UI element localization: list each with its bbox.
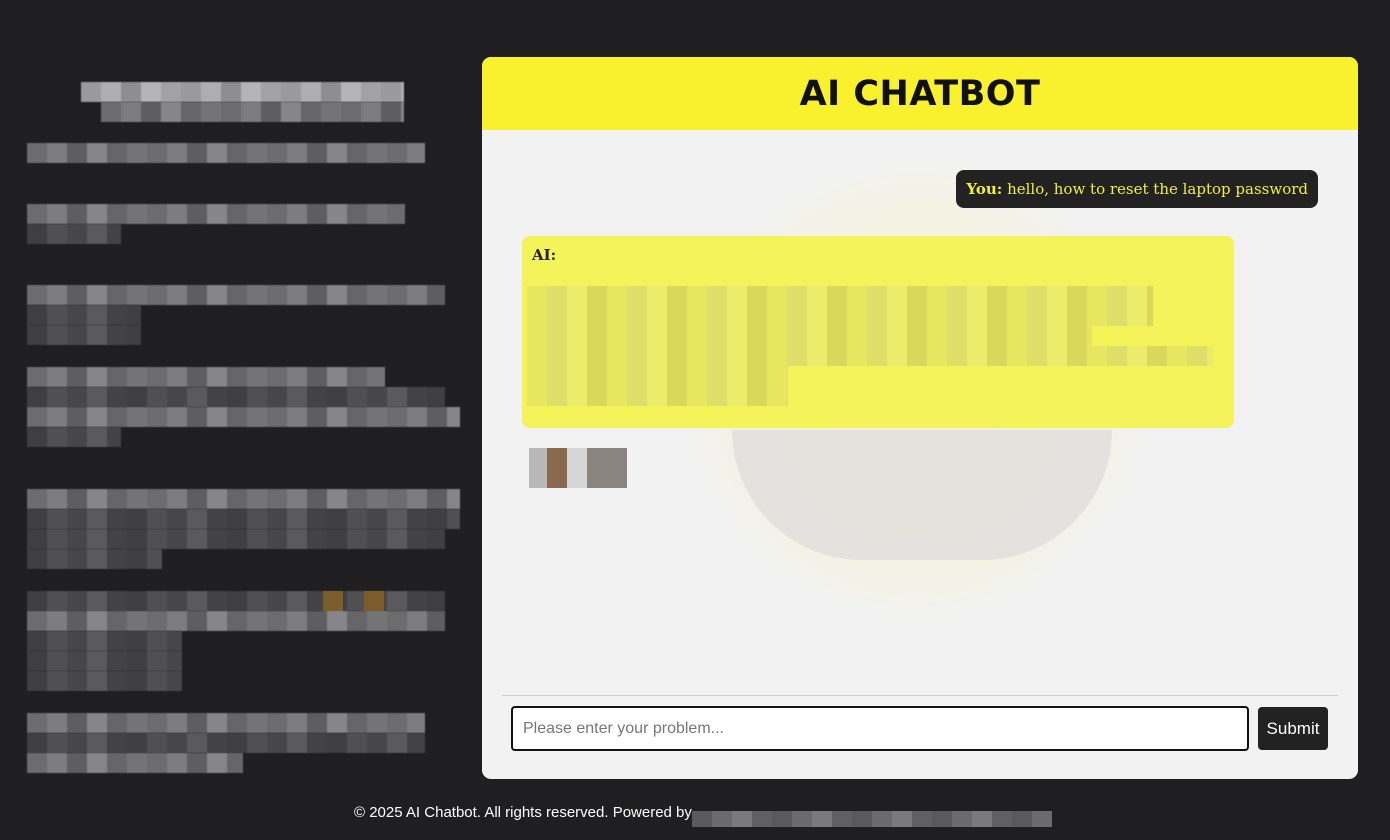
redacted-text-line [27,224,121,244]
ai-message-bubble: AI: [522,236,1234,428]
redacted-text-line [27,325,141,345]
redacted-footer-link [691,811,1052,827]
redacted-ai-response-line [527,346,1213,366]
redacted-text-line [27,611,445,631]
chat-title: AI CHATBOT [799,73,1041,114]
sidebar-redacted-content [0,0,470,800]
redacted-text-line [27,753,243,773]
redacted-ai-response-line [527,326,1092,346]
redacted-heading-line [101,102,404,122]
redacted-ai-response-line [527,286,1153,306]
redacted-text-line [27,367,385,387]
redacted-ai-response-line [527,366,788,386]
redacted-text-line [27,387,445,407]
problem-input[interactable] [511,706,1249,751]
message-list[interactable]: You: hello, how to reset the laptop pass… [482,130,1358,695]
redacted-text-line [27,427,121,447]
redacted-text-line [27,143,425,163]
footer-copyright-text: © 2025 AI Chatbot. All rights reserved. … [354,803,692,821]
redacted-text-line [27,204,405,224]
redacted-text-line [27,713,425,733]
submit-button[interactable]: Submit [1258,707,1328,750]
redacted-text-line [27,733,425,753]
redacted-text-line [27,285,445,305]
ai-role-label: AI: [532,246,557,264]
user-message-bubble: You: hello, how to reset the laptop pass… [956,170,1318,208]
redacted-text-line [27,509,460,529]
user-role-label: You: [966,180,1003,198]
redacted-ai-response-line [527,386,788,406]
redacted-text-line [27,631,182,651]
redacted-text-line [27,651,182,671]
redacted-text-line [27,671,182,691]
redacted-text-line [27,305,141,325]
redacted-text-line [27,489,460,509]
input-bar: Submit [502,695,1338,779]
chat-panel: AI CHATBOT You: hello, how to reset the … [482,57,1358,779]
redacted-avatar-row [529,448,627,488]
redacted-heading-line [81,82,404,102]
redacted-text-line [27,407,460,427]
redacted-text-line [27,529,445,549]
footer: © 2025 AI Chatbot. All rights reserved. … [354,802,1052,827]
redacted-ai-response-line [527,306,1153,326]
redacted-text-line [27,549,162,569]
chat-header: AI CHATBOT [482,57,1358,130]
user-message-text: hello, how to reset the laptop password [1007,180,1308,198]
